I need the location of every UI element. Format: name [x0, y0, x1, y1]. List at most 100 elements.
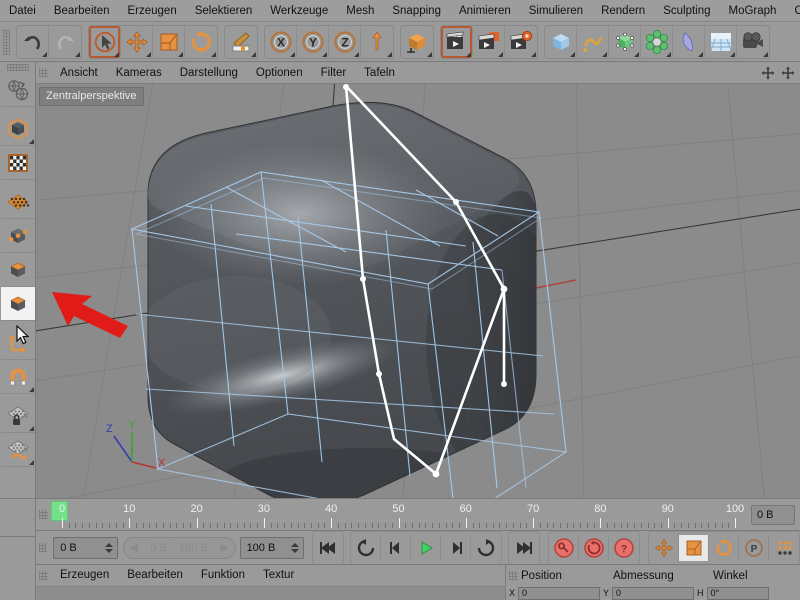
range-right-arrow[interactable]: ▶	[220, 541, 228, 554]
viewport-scene[interactable]: Z Y X	[36, 84, 800, 498]
timeline-end-field[interactable]: 0 B	[751, 504, 795, 525]
dropdown-corner[interactable]	[28, 460, 34, 465]
move-button[interactable]	[121, 25, 153, 58]
left-palette-grip[interactable]	[6, 64, 29, 71]
record-position[interactable]	[649, 534, 680, 561]
timeline[interactable]: 0 10 20 30 40 50 60 70 80 90 100 0 B	[36, 498, 800, 530]
tool-workplane[interactable]	[0, 433, 35, 467]
dropdown-corner[interactable]	[75, 51, 80, 57]
dropdown-corner[interactable]	[251, 51, 256, 57]
spline-pen-button[interactable]	[577, 25, 609, 58]
dropdown-corner[interactable]	[322, 51, 327, 57]
dropdown-corner[interactable]	[698, 51, 703, 57]
mat-menu-bearbeiten[interactable]: Bearbeiten	[118, 565, 192, 586]
mat-menu-funktion[interactable]: Funktion	[192, 565, 254, 586]
range-left-arrow[interactable]: ◀	[130, 541, 138, 554]
dropdown-corner[interactable]	[730, 51, 735, 57]
record-rotation[interactable]	[709, 534, 740, 561]
dropdown-corner[interactable]	[211, 51, 216, 57]
dropdown-corner[interactable]	[531, 51, 536, 57]
record-scale[interactable]	[679, 534, 710, 561]
cube-primitive-button[interactable]	[545, 25, 577, 58]
menu-snapping[interactable]: Snapping	[383, 0, 450, 21]
mat-menu-textur[interactable]: Textur	[254, 565, 303, 586]
dropdown-corner[interactable]	[290, 51, 295, 57]
keyframe-selection[interactable]: ?	[609, 535, 639, 561]
menu-erzeugen[interactable]: Erzeugen	[118, 0, 185, 21]
coordinates-grip[interactable]	[509, 571, 518, 580]
viewport[interactable]: Ansicht Kameras Darstellung Optionen Filter T…	[36, 62, 800, 498]
tool-magnet[interactable]	[0, 360, 35, 394]
transport-step-forward[interactable]	[441, 534, 472, 561]
render-picture-viewer-button[interactable]	[473, 25, 505, 58]
coord-field-size-x[interactable]: 0	[612, 586, 695, 600]
redo-button[interactable]	[49, 26, 81, 58]
dropdown-corner[interactable]	[466, 51, 471, 57]
tool-points-mode[interactable]	[0, 185, 35, 219]
dropdown-corner[interactable]	[498, 51, 503, 57]
menu-selektieren[interactable]: Selektieren	[186, 0, 262, 21]
coord-field-position-x[interactable]: 0	[518, 586, 601, 600]
preview-range-field[interactable]: ◀ 0 B 100 B ▶	[122, 536, 236, 559]
record-active-objects[interactable]	[549, 534, 580, 561]
dropdown-corner[interactable]	[427, 51, 432, 57]
axis-z-button[interactable]: Z	[329, 25, 361, 58]
render-settings-button[interactable]	[505, 26, 537, 58]
material-manager-body[interactable]	[36, 586, 505, 600]
dropdown-corner[interactable]	[28, 387, 34, 392]
material-manager-grip[interactable]	[39, 571, 48, 580]
end-frame-stepper[interactable]	[291, 540, 300, 556]
rotate-button[interactable]	[185, 26, 217, 58]
menu-charakter[interactable]: Charak	[785, 0, 800, 21]
current-frame-field[interactable]: 0 B	[53, 536, 118, 559]
nurbs-generator-button[interactable]	[609, 25, 641, 58]
tool-world-axis[interactable]	[0, 73, 35, 107]
transport-start[interactable]	[313, 535, 343, 561]
menu-simulieren[interactable]: Simulieren	[520, 0, 592, 21]
tool-object-mode[interactable]	[0, 112, 35, 146]
dropdown-corner[interactable]	[178, 51, 183, 57]
autokeying[interactable]	[579, 534, 610, 561]
dropdown-corner[interactable]	[763, 51, 768, 57]
array-deformer-button[interactable]	[641, 25, 673, 58]
tool-workplane-lock[interactable]	[0, 399, 35, 433]
tool-edges-mode[interactable]	[0, 219, 35, 253]
coord-field-angle-h[interactable]: 0°	[706, 586, 769, 600]
menu-werkzeuge[interactable]: Werkzeuge	[261, 0, 337, 21]
vp-menu-darstellung[interactable]: Darstellung	[171, 62, 247, 84]
dropdown-corner[interactable]	[146, 51, 151, 57]
menu-sculpting[interactable]: Sculpting	[654, 0, 719, 21]
viewport-grip[interactable]	[39, 68, 48, 77]
dropdown-corner[interactable]	[570, 51, 575, 57]
tool-polygons-mode[interactable]	[0, 253, 35, 287]
live-selection-button[interactable]	[89, 25, 121, 58]
viewport-nav-icons[interactable]	[760, 65, 796, 81]
move-view-icon[interactable]	[760, 65, 776, 81]
menu-rendern[interactable]: Rendern	[592, 0, 654, 21]
transport-end[interactable]	[509, 535, 539, 561]
tool-texture-mode[interactable]	[0, 146, 35, 180]
menu-mograph[interactable]: MoGraph	[720, 0, 786, 21]
record-pla[interactable]	[769, 535, 799, 561]
dropdown-corner[interactable]	[634, 51, 639, 57]
dropdown-corner[interactable]	[28, 426, 34, 431]
timeline-grip[interactable]	[39, 510, 48, 519]
timeline-ruler[interactable]: 0 10 20 30 40 50 60 70 80 90 100	[51, 499, 746, 530]
paint-brush-button[interactable]	[225, 26, 257, 58]
scale-button[interactable]	[153, 25, 185, 58]
record-parameter[interactable]: P	[739, 534, 770, 561]
end-frame-field[interactable]: 100 B	[239, 536, 305, 559]
vp-menu-optionen[interactable]: Optionen	[247, 62, 312, 84]
dropdown-corner[interactable]	[114, 51, 119, 57]
transport-grip[interactable]	[39, 543, 47, 552]
toolbar-grip[interactable]	[3, 28, 10, 55]
dropdown-corner[interactable]	[387, 51, 392, 57]
world-axis-button[interactable]	[361, 26, 393, 58]
vp-menu-tafeln[interactable]: Tafeln	[355, 62, 404, 84]
transport-step-back[interactable]	[381, 534, 412, 561]
render-view-button[interactable]	[441, 25, 473, 58]
transport-play[interactable]	[411, 534, 442, 561]
menu-datei[interactable]: Datei	[0, 0, 45, 21]
camera-button[interactable]	[737, 26, 769, 58]
menu-mesh[interactable]: Mesh	[337, 0, 383, 21]
